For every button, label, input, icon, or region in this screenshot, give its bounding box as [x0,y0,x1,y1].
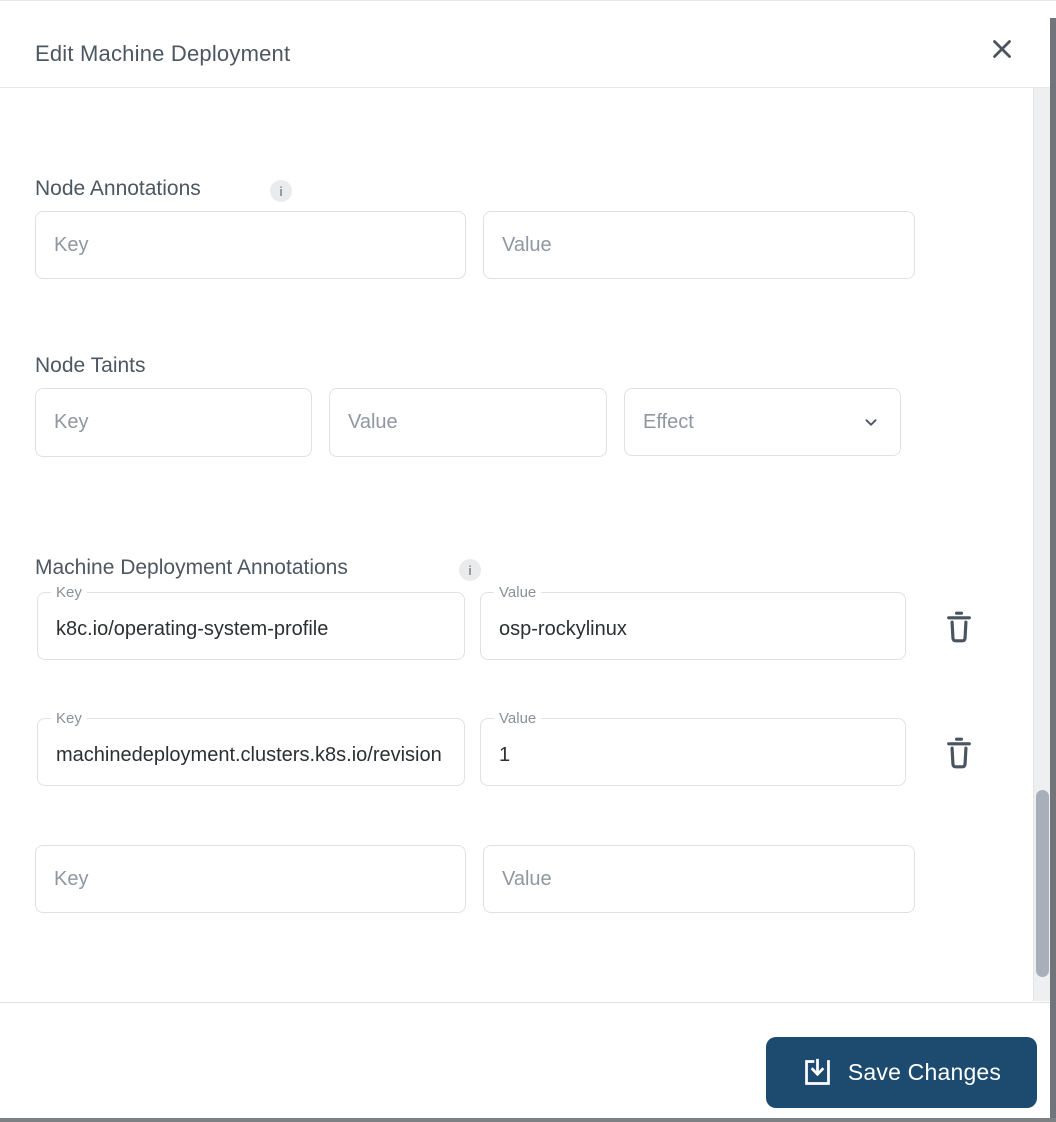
md-annotation-new-key-input[interactable] [35,845,466,913]
delete-annotation-button[interactable] [939,608,979,648]
footer-divider [0,1002,1050,1003]
node-taint-effect-select[interactable]: Effect [624,388,901,456]
md-annotation-row: Key [37,709,465,786]
md-annotation-value-input[interactable] [481,719,905,785]
chevron-down-icon [860,411,882,433]
info-icon[interactable]: i [270,180,292,202]
md-annotations-heading: Machine Deployment Annotations [35,556,348,579]
save-icon [802,1057,833,1088]
page-bottom-edge [0,1118,1056,1122]
delete-icon [944,610,974,647]
node-taint-value-input[interactable] [329,388,607,457]
md-annotation-key-input[interactable] [38,719,464,785]
delete-icon [944,736,974,773]
node-taint-key-input[interactable] [35,388,312,457]
close-icon [987,34,1017,67]
md-annotation-key-input[interactable] [38,593,464,659]
save-changes-button[interactable]: Save Changes [766,1037,1037,1108]
info-icon[interactable]: i [459,559,481,581]
node-annotation-key-input[interactable] [35,211,466,279]
node-annotation-value-input[interactable] [483,211,915,279]
dialog-title: Edit Machine Deployment [35,41,291,66]
node-taints-heading: Node Taints [35,354,146,377]
edit-machine-deployment-dialog: Edit Machine Deployment Node Annotations… [0,0,1056,1122]
close-button[interactable] [983,31,1021,69]
node-annotations-heading: Node Annotations [35,177,201,200]
md-annotation-new-value-input[interactable] [483,845,915,913]
md-annotation-row: Value [480,583,906,660]
effect-select-placeholder: Effect [643,410,694,433]
dialog-header: Edit Machine Deployment [0,1,1050,88]
md-annotation-row: Key [37,583,465,660]
delete-annotation-button[interactable] [939,734,979,774]
md-annotation-value-input[interactable] [481,593,905,659]
page-right-edge [1050,18,1056,1122]
md-annotation-row: Value [480,709,906,786]
dialog-scrollbar-thumb[interactable] [1036,790,1049,977]
dialog-scrollbar-track[interactable] [1033,88,1050,1001]
save-button-label: Save Changes [847,1059,1002,1085]
